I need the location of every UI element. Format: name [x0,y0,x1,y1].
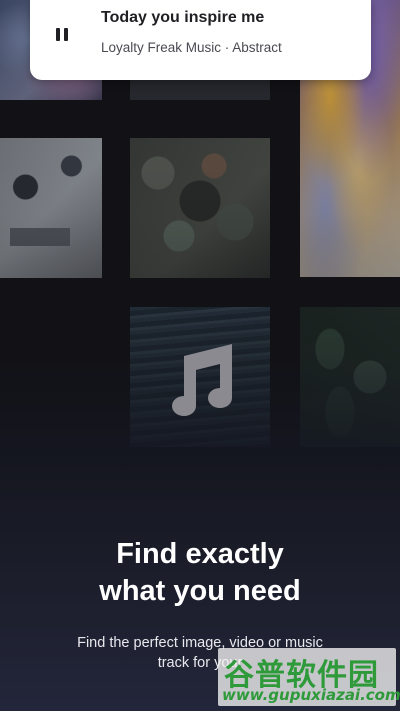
pause-button[interactable] [48,20,76,48]
headline-line-1: Find exactly [116,538,284,570]
music-note-icon [172,344,232,416]
track-title: Today you inspire me [101,9,265,26]
now-playing-card[interactable]: Today you inspire me Loyalty Freak Music… [30,0,371,80]
watermark-url: www.gupuxiazai.com [222,686,400,704]
headline-line-2: what you need [99,575,301,607]
onboarding-headline: Find exactly what you need [0,536,400,610]
track-artist-album: Loyalty Freak Music · Abstract [101,40,282,55]
pause-icon [56,27,60,41]
watermark-logo: 谷普软件园 www.gupuxiazai.com [218,648,400,706]
